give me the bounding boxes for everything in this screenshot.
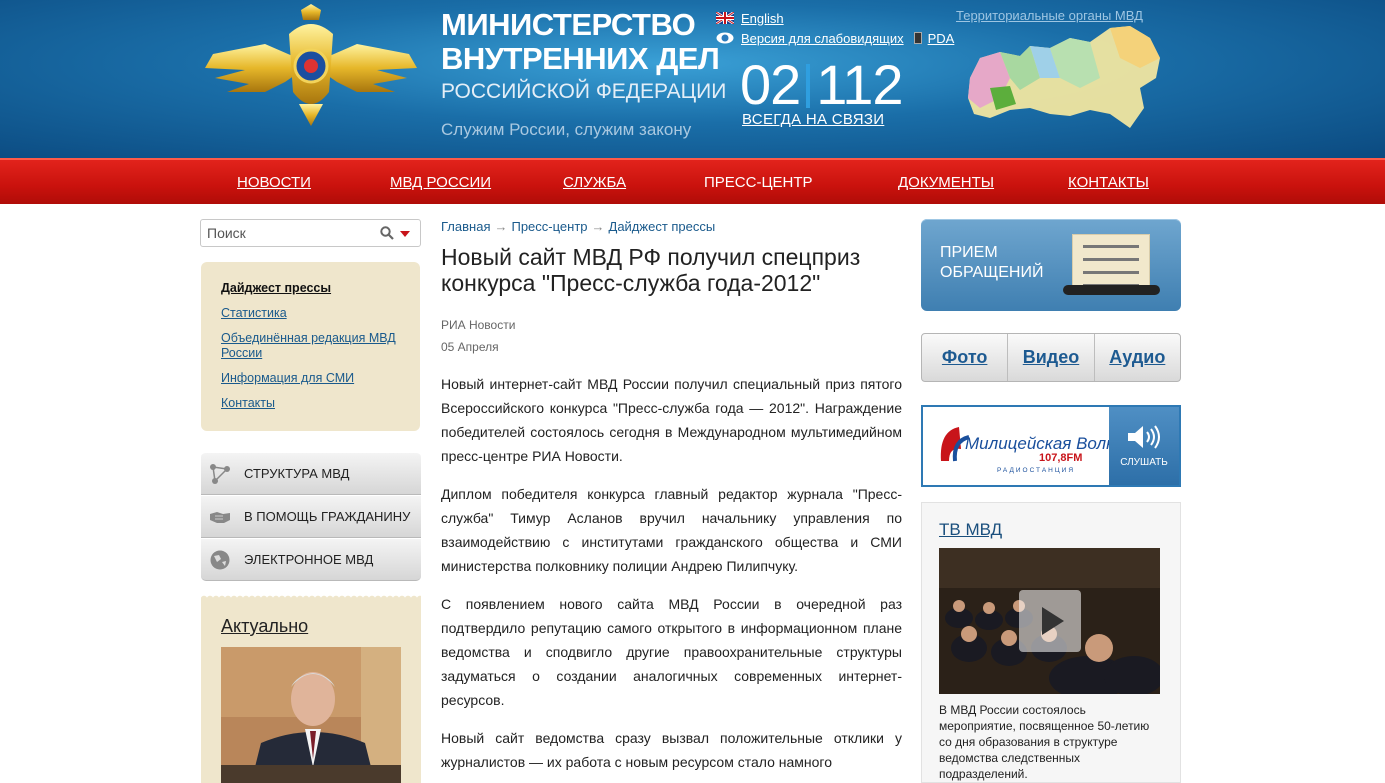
quick-link-e-mvd[interactable]: ЭЛЕКТРОННОЕ МВД — [201, 538, 421, 581]
quick-links: СТРУКТУРА МВД В ПОМОЩЬ ГРАЖДАНИНУ ЭЛЕКТР… — [201, 452, 421, 581]
tv-video-player[interactable] — [939, 548, 1160, 694]
document-roll-icon — [1063, 285, 1160, 295]
article-paragraph: Новый сайт ведомства сразу вызвал положи… — [441, 730, 902, 770]
tv-caption[interactable]: В МВД России состоялось мероприятие, пос… — [939, 702, 1164, 782]
article-date: 05 Апреля — [441, 340, 499, 354]
listen-button[interactable]: СЛУШАТЬ — [1109, 407, 1179, 485]
nav-contacts[interactable]: КОНТАКТЫ — [1068, 174, 1149, 191]
actual-panel: Актуально — [201, 593, 421, 783]
quick-link-citizen-help-label: В ПОМОЩЬ ГРАЖДАНИНУ — [244, 509, 411, 524]
uk-flag-icon — [716, 12, 734, 24]
section-submenu: Дайджест прессы Статистика Объединённая … — [201, 262, 420, 431]
nav-mvd-russia[interactable]: МВД РОССИИ — [390, 174, 491, 191]
quick-link-structure-label: СТРУКТУРА МВД — [244, 466, 350, 481]
article-source: РИА Новости — [441, 318, 516, 332]
article-body: Новый интернет-сайт МВД России получил с… — [441, 372, 902, 783]
search-input[interactable] — [207, 225, 367, 241]
appeals-label: ПРИЕМ ОБРАЩЕНИЙ — [940, 243, 1043, 283]
listen-label: СЛУШАТЬ — [1120, 457, 1168, 468]
submenu-media-info[interactable]: Информация для СМИ — [221, 371, 354, 385]
breadcrumb-press-digest[interactable]: Дайджест прессы — [609, 219, 716, 234]
actual-title[interactable]: Актуально — [221, 616, 308, 637]
breadcrumb-home[interactable]: Главная — [441, 219, 490, 234]
radio-logo: Милицейская Волна 107,8FM РАДИОСТАНЦИЯ — [940, 427, 1110, 474]
phone-112: 112 — [816, 53, 903, 116]
breadcrumb: Главная → Пресс-центр → Дайджест прессы — [441, 219, 715, 234]
tv-title[interactable]: ТВ МВД — [939, 520, 1002, 540]
site-title-line3: РОССИЙСКОЙ ФЕДЕРАЦИИ — [441, 80, 727, 103]
submenu-statistics[interactable]: Статистика — [221, 306, 287, 320]
english-link[interactable]: English — [741, 11, 784, 26]
breadcrumb-arrow: → — [591, 219, 605, 234]
play-icon[interactable] — [1019, 590, 1081, 652]
pda-link[interactable]: PDA — [928, 31, 955, 46]
site-title-line2: ВНУТРЕННИХ ДЕЛ — [441, 41, 720, 76]
globe-icon — [210, 550, 230, 569]
submenu-press-digest[interactable]: Дайджест прессы — [221, 281, 331, 295]
search-box — [200, 219, 421, 247]
site-header: МИНИСТЕРСТВО ВНУТРЕННИХ ДЕЛ РОССИЙСКОЙ Ф… — [0, 0, 1385, 158]
pda-icon — [913, 32, 922, 44]
media-video-link[interactable]: Видео — [1008, 334, 1095, 381]
always-connected-link[interactable]: ВСЕГДА НА СВЯЗИ — [742, 111, 884, 128]
media-photo-link[interactable]: Фото — [922, 334, 1009, 381]
search-options-chevron-icon[interactable] — [400, 231, 410, 237]
nav-news[interactable]: НОВОСТИ — [237, 174, 311, 191]
site-title-line1: МИНИСТЕРСТВО — [441, 7, 696, 42]
nav-documents[interactable]: ДОКУМЕНТЫ — [898, 174, 994, 191]
radio-subtitle: РАДИОСТАНЦИЯ — [997, 467, 1075, 474]
main-nav: НОВОСТИ МВД РОССИИ СЛУЖБА ПРЕСС-ЦЕНТР ДО… — [0, 158, 1385, 204]
radio-frequency: 107,8FM — [1039, 452, 1082, 464]
emergency-phones: 02 112 — [740, 53, 904, 116]
quick-link-structure[interactable]: СТРУКТУРА МВД — [201, 452, 421, 495]
media-tabs: Фото Видео Аудио — [921, 333, 1181, 382]
media-audio-link[interactable]: Аудио — [1095, 334, 1180, 381]
submenu-editorial[interactable]: Объединённая редакция МВД России — [221, 331, 396, 360]
tv-mvd-panel: ТВ МВД В МВД России состоялось мероприят… — [921, 502, 1181, 783]
site-slogan: Служим России, служим закону — [441, 120, 692, 139]
site-title-block: МИНИСТЕРСТВО ВНУТРЕННИХ ДЕЛ РОССИЙСКОЙ Ф… — [441, 8, 726, 140]
search-icon[interactable] — [380, 226, 394, 240]
submenu-contacts[interactable]: Контакты — [221, 396, 275, 410]
phone-02: 02 — [740, 53, 801, 116]
quick-link-e-mvd-label: ЭЛЕКТРОННОЕ МВД — [244, 552, 374, 567]
article-paragraph: Новый интернет-сайт МВД России получил с… — [441, 376, 902, 464]
coat-of-arms-icon[interactable] — [205, 4, 417, 126]
breadcrumb-press-center[interactable]: Пресс-центр — [511, 219, 587, 234]
nav-service[interactable]: СЛУЖБА — [563, 174, 626, 191]
article-paragraph: С появлением нового сайта МВД России в о… — [441, 596, 902, 708]
handshake-icon — [210, 511, 230, 523]
quick-link-citizen-help[interactable]: В ПОМОЩЬ ГРАЖДАНИНУ — [201, 495, 421, 538]
article-paragraph: Диплом победителя конкурса главный редак… — [441, 486, 902, 574]
appeals-label-line2: ОБРАЩЕНИЙ — [940, 264, 1044, 281]
article-title: Новый сайт МВД РФ получил спецприз конку… — [441, 244, 861, 296]
appeals-banner[interactable]: ПРИЕМ ОБРАЩЕНИЙ — [921, 219, 1181, 311]
radio-name: Милицейская Волна — [965, 434, 1110, 453]
header-links: English Версия для слабовидящих PDA — [716, 8, 954, 48]
eye-icon — [716, 32, 734, 44]
structure-icon — [210, 463, 230, 484]
nav-press-center[interactable]: ПРЕСС-ЦЕНТР — [704, 174, 813, 191]
speaker-icon — [1128, 425, 1160, 449]
breadcrumb-arrow: → — [494, 219, 508, 234]
low-vision-link[interactable]: Версия для слабовидящих — [741, 31, 904, 46]
russia-map-icon[interactable] — [960, 18, 1165, 133]
appeals-label-line1: ПРИЕМ — [940, 244, 998, 261]
panel-zigzag-edge — [201, 593, 421, 599]
phone-divider — [806, 64, 811, 108]
radio-banner[interactable]: Милицейская Волна 107,8FM РАДИОСТАНЦИЯ С… — [921, 405, 1181, 487]
minister-photo[interactable] — [221, 647, 401, 783]
